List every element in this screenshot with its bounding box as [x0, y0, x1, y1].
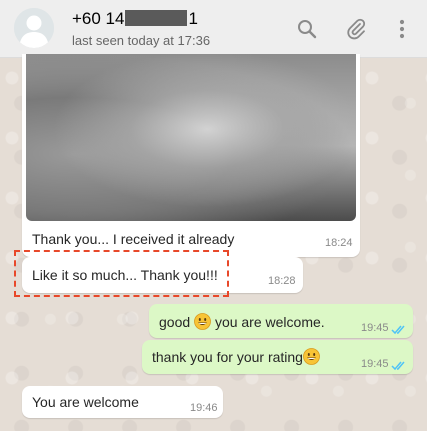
attach-icon[interactable]: [345, 18, 367, 40]
contact-avatar[interactable]: [14, 8, 54, 48]
message-text: You are welcome: [32, 394, 139, 410]
contact-name[interactable]: +60 14 1: [72, 9, 198, 29]
grinning-face-emoji-icon: [194, 313, 211, 330]
message-text: thank you for your rating: [152, 348, 320, 365]
message-time: 19:45: [361, 358, 389, 370]
read-receipt-icon: [391, 322, 407, 335]
message-text-after-emoji: you are welcome.: [214, 314, 325, 330]
message-text: good you are welcome.: [159, 313, 325, 330]
menu-icon[interactable]: [396, 18, 408, 40]
message-time: 19:45: [361, 322, 389, 334]
last-seen-status: last seen today at 17:36: [72, 33, 211, 48]
outgoing-message-bubble[interactable]: good you are welcome. 19:45: [149, 304, 413, 338]
image-message-bubble[interactable]: Thank you... I received it already 18:24: [22, 54, 360, 257]
message-text-before-emoji: good: [159, 314, 191, 330]
message-time: 18:24: [325, 237, 353, 249]
redaction-bar: [125, 10, 188, 26]
incoming-message-bubble[interactable]: You are welcome 19:46: [22, 386, 223, 418]
message-text-before-emoji: thank you for your rating: [152, 349, 303, 365]
highlight-annotation: [14, 250, 229, 297]
message-time: 18:28: [268, 275, 296, 287]
image-caption: Thank you... I received it already: [32, 231, 235, 247]
chat-header: +60 14 1 last seen today at 17:36: [0, 0, 427, 58]
outgoing-message-bubble[interactable]: thank you for your rating 19:45: [142, 340, 413, 374]
contact-number-suffix: 1: [188, 9, 198, 28]
default-avatar-icon: [14, 8, 54, 48]
search-icon[interactable]: [296, 18, 318, 40]
blurred-image-thumbnail[interactable]: [26, 54, 356, 221]
contact-number-prefix: +60 14: [72, 9, 125, 28]
read-receipt-icon: [391, 358, 407, 371]
grinning-face-emoji-icon: [303, 348, 320, 365]
message-time: 19:46: [190, 402, 218, 414]
